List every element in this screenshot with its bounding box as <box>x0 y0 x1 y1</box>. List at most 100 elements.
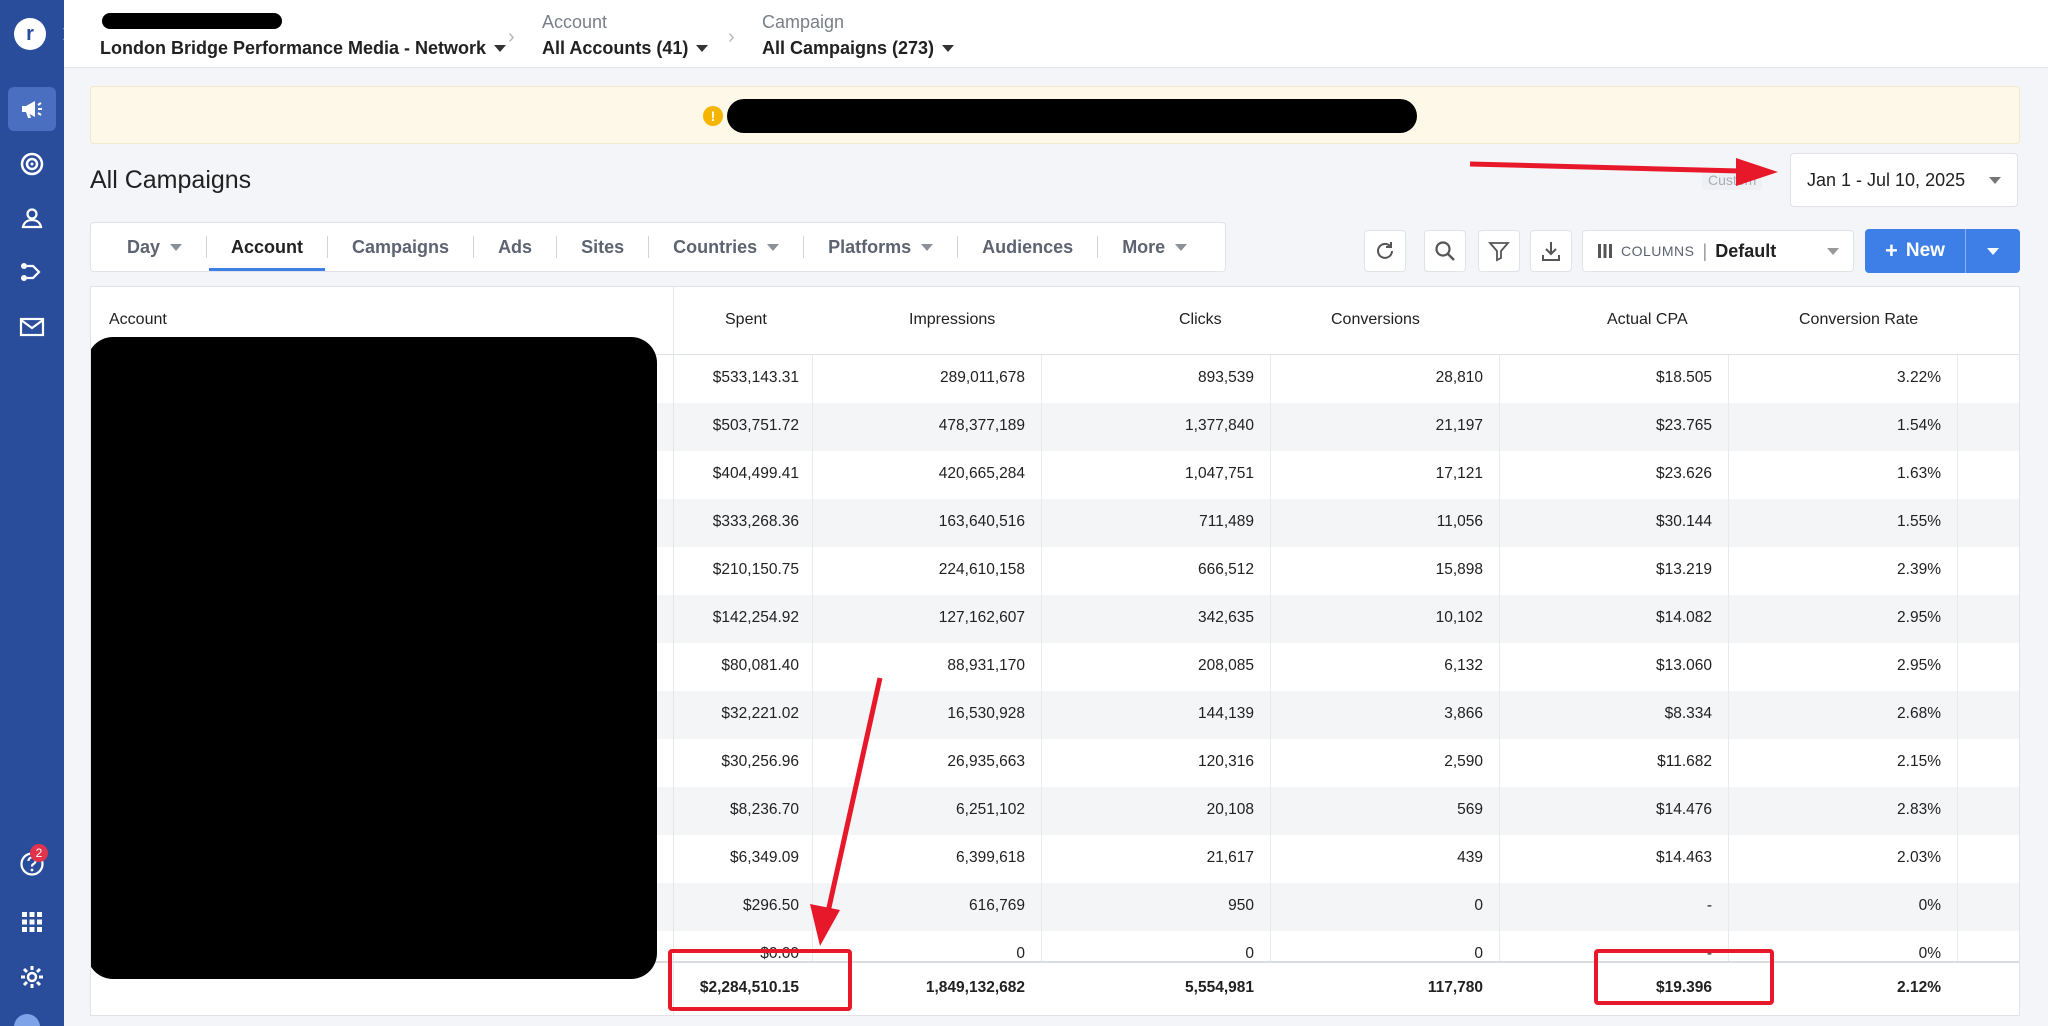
tab-platforms[interactable]: Platforms <box>804 223 957 271</box>
table-cell: 342,635 <box>1197 609 1254 626</box>
table-cell: 2,590 <box>1444 753 1483 770</box>
table-cell: 1,377,840 <box>1185 417 1254 434</box>
tab-more[interactable]: More <box>1098 223 1211 271</box>
redacted-banner-text <box>727 99 1417 133</box>
table-cell: 1.63% <box>1897 465 1941 482</box>
table-cell: $404,499.41 <box>712 465 799 482</box>
total-cell: 1,849,132,682 <box>925 979 1025 996</box>
table-cell: 478,377,189 <box>938 417 1025 434</box>
caret-down-icon <box>170 243 183 251</box>
total-cell: 117,780 <box>1427 979 1483 996</box>
table-cell: 569 <box>1457 801 1483 818</box>
table-cell: $6,349.09 <box>730 849 799 866</box>
breakdown-tabs: Day Account Campaigns Ads Sites Countries Plat… <box>90 222 1226 272</box>
table-cell: 6,251,102 <box>956 801 1025 818</box>
columns-selector[interactable]: COLUMNS | Default <box>1582 230 1854 272</box>
download-icon <box>1542 242 1560 261</box>
column-header-actual-cpa[interactable]: Actual CPA <box>1607 311 1688 329</box>
new-main-button[interactable]: + New <box>1865 229 1965 273</box>
table-cell: 2.39% <box>1897 561 1941 578</box>
tab-account[interactable]: Account <box>207 223 327 271</box>
network-selector[interactable]: London Bridge Performance Media - Networ… <box>100 12 507 59</box>
search-button[interactable] <box>1424 230 1466 272</box>
table-cell: 2.95% <box>1897 609 1941 626</box>
table-cell: 6,132 <box>1444 657 1483 674</box>
table-cell: 711,489 <box>1199 513 1254 530</box>
refresh-button[interactable] <box>1364 230 1406 272</box>
tab-audiences[interactable]: Audiences <box>958 223 1097 271</box>
notice-banner: ! <box>90 86 2020 144</box>
table-cell: 1.55% <box>1897 513 1941 530</box>
table-cell: 6,399,618 <box>956 849 1025 866</box>
table-cell: 208,085 <box>1197 657 1254 674</box>
column-header-spent[interactable]: Spent <box>725 311 767 329</box>
megaphone-icon[interactable] <box>8 87 56 131</box>
account-selector[interactable]: Account All Accounts (41) <box>542 12 709 59</box>
table-cell: 2.95% <box>1897 657 1941 674</box>
table-cell: $32,221.02 <box>721 705 799 722</box>
table-cell: 224,610,158 <box>938 561 1025 578</box>
table-cell: 28,810 <box>1435 369 1483 386</box>
mail-icon[interactable] <box>8 305 56 349</box>
campaign-selector[interactable]: Campaign All Campaigns (273) <box>762 12 955 59</box>
date-range-picker[interactable]: Jan 1 - Jul 10, 2025 <box>1790 153 2018 207</box>
search-icon <box>1435 241 1455 261</box>
table-cell: 127,162,607 <box>938 609 1025 626</box>
tab-countries[interactable]: Countries <box>649 223 803 271</box>
table-cell: $14.476 <box>1655 801 1712 818</box>
table-cell: $23.765 <box>1655 417 1712 434</box>
caret-down-icon <box>921 243 934 251</box>
table-cell: $296.50 <box>742 897 799 914</box>
columns-icon <box>1598 244 1612 258</box>
avatar[interactable] <box>14 1014 40 1026</box>
column-header-clicks[interactable]: Clicks <box>1179 311 1222 329</box>
tab-campaigns[interactable]: Campaigns <box>328 223 473 271</box>
table-cell: 289,011,678 <box>939 369 1025 386</box>
table-cell: $8,236.70 <box>730 801 799 818</box>
help-badge: 2 <box>30 844 48 862</box>
column-header-conversions[interactable]: Conversions <box>1331 311 1420 329</box>
apps-grid-icon[interactable] <box>8 900 56 944</box>
table-cell: $533,143.31 <box>712 369 799 386</box>
table-cell: 2.68% <box>1897 705 1941 722</box>
table-cell: 2.03% <box>1897 849 1941 866</box>
table-cell: 2.15% <box>1897 753 1941 770</box>
column-header-conversion-rate[interactable]: Conversion Rate <box>1799 311 1918 329</box>
table-cell: $30,256.96 <box>721 753 799 770</box>
tab-sites[interactable]: Sites <box>557 223 648 271</box>
caret-down-icon <box>1175 243 1188 251</box>
flow-icon[interactable] <box>8 250 56 294</box>
table-cell: 1.54% <box>1897 417 1941 434</box>
refresh-icon <box>1377 242 1393 259</box>
download-button[interactable] <box>1530 230 1572 272</box>
table-cell: 2.83% <box>1897 801 1941 818</box>
table-cell: $18.505 <box>1655 369 1712 386</box>
column-header-impressions[interactable]: Impressions <box>909 311 995 329</box>
caret-down-icon <box>1989 176 2001 184</box>
app-logo[interactable]: r <box>14 18 46 50</box>
target-icon[interactable] <box>8 142 56 186</box>
tab-ads[interactable]: Ads <box>474 223 556 271</box>
column-header-account[interactable]: Account <box>109 311 167 329</box>
filter-button[interactable] <box>1478 230 1520 272</box>
breadcrumb-separator: › <box>508 26 515 48</box>
gear-icon[interactable] <box>8 955 56 999</box>
total-cell: 5,554,981 <box>1185 979 1254 996</box>
new-dropdown-button[interactable] <box>1965 229 2020 273</box>
caret-down-icon <box>494 45 507 52</box>
breadcrumb-separator: › <box>728 26 735 48</box>
table-cell: 17,121 <box>1435 465 1483 482</box>
table-cell: $30.144 <box>1655 513 1712 530</box>
table-cell: $80,081.40 <box>721 657 799 674</box>
help-icon[interactable]: 2 <box>8 842 56 886</box>
user-icon[interactable] <box>8 196 56 240</box>
tab-day[interactable]: Day <box>103 223 206 271</box>
caret-down-icon <box>696 45 709 52</box>
table-cell: 666,512 <box>1197 561 1254 578</box>
plus-icon: + <box>1885 238 1898 263</box>
caret-down-icon <box>942 45 955 52</box>
table-cell: 144,139 <box>1197 705 1254 722</box>
table-cell: 10,102 <box>1435 609 1483 626</box>
new-button[interactable]: + New <box>1865 229 2020 273</box>
table-cell: 616,769 <box>968 897 1025 914</box>
